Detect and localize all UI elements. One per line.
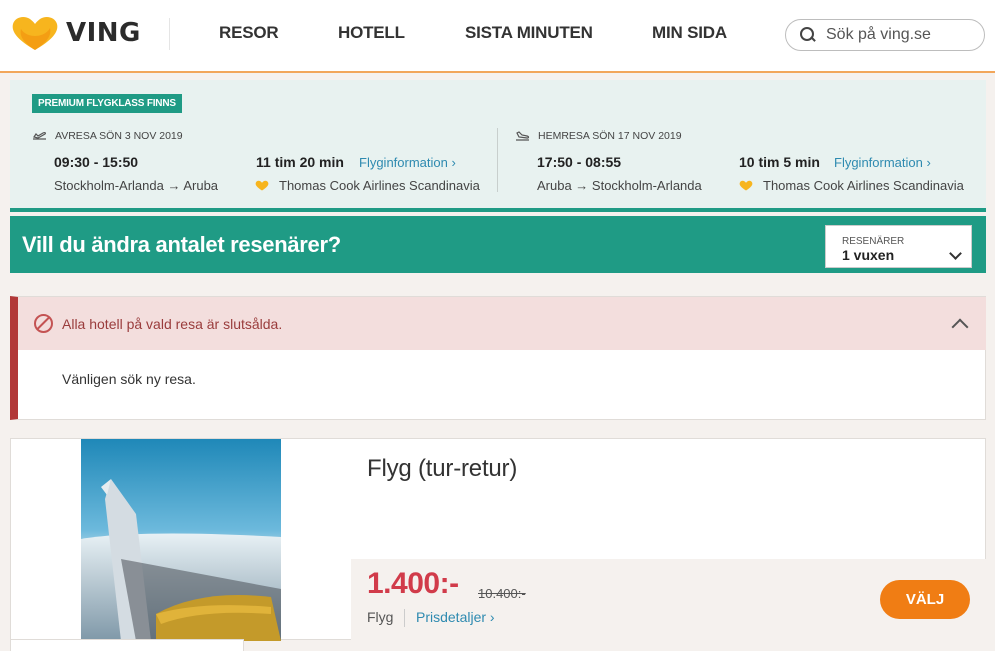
offer-price: 1.400:- <box>367 567 459 600</box>
outbound-heading: AVRESA SÖN 3 NOV 2019 <box>32 130 183 142</box>
inbound-heading: HEMRESA SÖN 17 NOV 2019 <box>515 130 682 142</box>
choose-button[interactable]: VÄLJ <box>880 580 970 619</box>
alert-header[interactable]: Alla hotell på vald resa är slutsålda. <box>18 297 986 350</box>
flight-column-divider <box>497 128 498 192</box>
inbound-airline-name: Thomas Cook Airlines Scandinavia <box>763 178 964 193</box>
logo-text: VING <box>66 18 141 48</box>
inbound-date: HEMRESA SÖN 17 NOV 2019 <box>538 130 682 142</box>
prohibited-icon <box>34 314 53 333</box>
arrival-plane-icon <box>516 131 530 141</box>
outbound-flight-info-link[interactable]: Flyginformation › <box>359 155 456 170</box>
outbound-flight-info-label: Flyginformation <box>359 155 448 170</box>
travellers-select[interactable]: RESENÄRER 1 vuxen <box>825 225 972 268</box>
price-separator <box>404 609 405 627</box>
offer-type: Flyg <box>367 609 394 625</box>
outbound-airline: Thomas Cook Airlines Scandinavia <box>255 178 480 193</box>
nav-resor[interactable]: RESOR <box>219 23 279 43</box>
heart-logo-icon <box>12 16 58 51</box>
inbound-airline: Thomas Cook Airlines Scandinavia <box>739 178 964 193</box>
price-details-label: Prisdetaljer <box>416 609 487 625</box>
outbound-duration: 11 tim 20 min <box>256 154 344 170</box>
inbound-route: Aruba → Stockholm-Arlanda <box>537 178 702 193</box>
inbound-duration: 10 tim 5 min <box>739 154 820 170</box>
travellers-select-value: 1 vuxen <box>842 247 895 263</box>
search-icon <box>800 27 816 43</box>
nav-min-sida[interactable]: MIN SIDA <box>652 23 727 43</box>
nav-sista-minuten[interactable]: SISTA MINUTEN <box>465 23 593 43</box>
search-input[interactable]: Sök på ving.se <box>785 19 985 51</box>
flight-offer-card: Flyg (tur-retur) 1.400:- 10.400:- Flyg P… <box>10 438 986 641</box>
ving-logo[interactable]: VING <box>10 14 141 52</box>
inbound-flight-info-label: Flyginformation <box>834 155 923 170</box>
soldout-alert: Alla hotell på vald resa är slutsålda. V… <box>10 296 986 420</box>
outbound-date: AVRESA SÖN 3 NOV 2019 <box>55 130 183 142</box>
chevron-up-icon[interactable] <box>951 318 969 336</box>
price-details-link[interactable]: Prisdetaljer › <box>416 609 495 625</box>
outbound-route: Stockholm-Arlanda → Aruba <box>54 178 219 193</box>
header-divider <box>169 18 170 50</box>
offer-price-area: 1.400:- 10.400:- Flyg Prisdetaljer › VÄL… <box>351 559 986 640</box>
search-placeholder: Sök på ving.se <box>826 26 931 43</box>
alert-body: Vänligen sök ny resa. <box>62 371 196 387</box>
nav-hotell[interactable]: HOTELL <box>338 23 405 43</box>
heart-airline-icon <box>255 180 269 191</box>
airplane-wing-image <box>81 439 281 641</box>
heart-airline-icon <box>739 180 753 191</box>
travellers-select-label: RESENÄRER <box>842 236 905 247</box>
departure-plane-icon <box>33 131 46 140</box>
outbound-airline-name: Thomas Cook Airlines Scandinavia <box>279 178 480 193</box>
premium-badge: PREMIUM FLYGKLASS FINNS <box>32 94 182 113</box>
travellers-title: Vill du ändra antalet resenärer? <box>22 232 341 257</box>
alert-title: Alla hotell på vald resa är slutsålda. <box>62 316 283 332</box>
inbound-times: 17:50 - 08:55 <box>537 154 622 170</box>
chevron-down-icon <box>949 247 962 260</box>
offer-title: Flyg (tur-retur) <box>367 455 518 482</box>
chevron-right-icon: › <box>451 155 456 170</box>
next-card-stub <box>10 639 244 651</box>
chevron-right-icon: › <box>926 155 931 170</box>
flight-summary: PREMIUM FLYGKLASS FINNS AVRESA SÖN 3 NOV… <box>10 80 986 212</box>
chevron-right-icon: › <box>489 609 495 625</box>
outbound-times: 09:30 - 15:50 <box>54 154 139 170</box>
offer-old-price: 10.400:- <box>478 586 526 601</box>
inbound-flight-info-link[interactable]: Flyginformation › <box>834 155 931 170</box>
travellers-bar: Vill du ändra antalet resenärer? RESENÄR… <box>10 216 986 273</box>
site-header: VING RESOR HOTELL SISTA MINUTEN MIN SIDA… <box>0 0 995 73</box>
